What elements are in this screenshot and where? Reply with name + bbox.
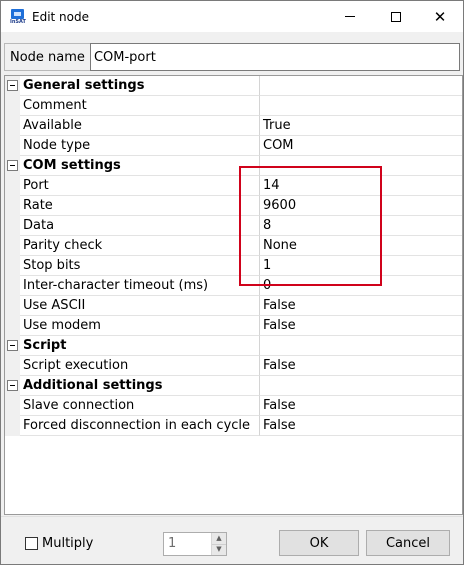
property-name: Use modem bbox=[20, 316, 260, 336]
property-name: Comment bbox=[20, 96, 260, 116]
node-name-row: Node name bbox=[4, 42, 460, 72]
property-name: Inter-character timeout (ms) bbox=[20, 276, 260, 296]
property-row[interactable]: Comment bbox=[5, 96, 462, 116]
property-row[interactable]: Forced disconnection in each cycle False bbox=[5, 416, 462, 436]
close-icon: ✕ bbox=[433, 7, 447, 26]
property-row[interactable]: Rate 9600 bbox=[5, 196, 462, 216]
collapse-icon[interactable] bbox=[7, 340, 18, 351]
category-value bbox=[260, 76, 462, 96]
node-name-input[interactable] bbox=[89, 43, 460, 71]
maximize-button[interactable] bbox=[373, 1, 419, 32]
property-name: Rate bbox=[20, 196, 260, 216]
property-row[interactable]: Port 14 bbox=[5, 176, 462, 196]
category-title: Script bbox=[20, 336, 260, 356]
property-value[interactable]: COM bbox=[260, 136, 462, 156]
property-value[interactable]: False bbox=[260, 316, 462, 336]
category-title: General settings bbox=[20, 76, 260, 96]
collapse-icon[interactable] bbox=[7, 380, 18, 391]
property-name: Parity check bbox=[20, 236, 260, 256]
property-value[interactable]: 9600 bbox=[260, 196, 462, 216]
property-name: Data bbox=[20, 216, 260, 236]
property-value[interactable]: 0 bbox=[260, 276, 462, 296]
property-grid[interactable]: General settings Comment Available True Node… bbox=[4, 75, 463, 515]
property-row[interactable]: Parity check None bbox=[5, 236, 462, 256]
property-row[interactable]: Slave connection False bbox=[5, 396, 462, 416]
property-name: Port bbox=[20, 176, 260, 196]
collapse-icon[interactable] bbox=[7, 80, 18, 91]
arrow-down-icon: ▼ bbox=[216, 545, 222, 554]
property-name: Available bbox=[20, 116, 260, 136]
node-name-label: Node name bbox=[4, 43, 90, 71]
category-value bbox=[260, 156, 462, 176]
app-icon: InSAT bbox=[10, 8, 26, 25]
close-button[interactable]: ✕ bbox=[417, 1, 463, 32]
count-spinner[interactable]: 1 ▲ ▼ bbox=[163, 532, 227, 556]
spin-down-button[interactable]: ▼ bbox=[212, 544, 226, 555]
arrow-up-icon: ▲ bbox=[216, 533, 222, 542]
multiply-checkbox[interactable] bbox=[25, 537, 38, 550]
property-row[interactable]: Node type COM bbox=[5, 136, 462, 156]
property-value[interactable] bbox=[260, 96, 462, 116]
property-value[interactable]: 14 bbox=[260, 176, 462, 196]
property-row[interactable]: Use ASCII False bbox=[5, 296, 462, 316]
multiply-control[interactable]: Multiply bbox=[25, 536, 93, 551]
category-value bbox=[260, 376, 462, 396]
property-row[interactable]: Use modem False bbox=[5, 316, 462, 336]
minimize-icon bbox=[345, 16, 355, 17]
property-value[interactable]: False bbox=[260, 416, 462, 436]
category-row[interactable]: General settings bbox=[5, 76, 462, 96]
count-input[interactable]: 1 bbox=[164, 533, 211, 555]
spin-up-button[interactable]: ▲ bbox=[212, 533, 226, 545]
property-name: Forced disconnection in each cycle bbox=[20, 416, 260, 436]
property-value[interactable]: True bbox=[260, 116, 462, 136]
property-value[interactable]: 8 bbox=[260, 216, 462, 236]
property-name: Slave connection bbox=[20, 396, 260, 416]
minimize-button[interactable] bbox=[327, 1, 373, 32]
category-title: Additional settings bbox=[20, 376, 260, 396]
maximize-icon bbox=[391, 11, 401, 22]
edit-node-dialog: InSAT Edit node ✕ Node name General sett… bbox=[0, 0, 464, 565]
category-row[interactable]: COM settings bbox=[5, 156, 462, 176]
category-row[interactable]: Script bbox=[5, 336, 462, 356]
window-title: Edit node bbox=[32, 9, 89, 24]
property-value[interactable]: False bbox=[260, 396, 462, 416]
property-row[interactable]: Stop bits 1 bbox=[5, 256, 462, 276]
collapse-icon[interactable] bbox=[7, 160, 18, 171]
property-value[interactable]: False bbox=[260, 356, 462, 376]
property-row[interactable]: Inter-character timeout (ms) 0 bbox=[5, 276, 462, 296]
property-row[interactable]: Script execution False bbox=[5, 356, 462, 376]
property-value[interactable]: False bbox=[260, 296, 462, 316]
multiply-label: Multiply bbox=[42, 536, 94, 551]
category-title: COM settings bbox=[20, 156, 260, 176]
property-row[interactable]: Data 8 bbox=[5, 216, 462, 236]
ok-button[interactable]: OK bbox=[279, 530, 359, 556]
property-name: Use ASCII bbox=[20, 296, 260, 316]
property-name: Script execution bbox=[20, 356, 260, 376]
title-bar[interactable]: InSAT Edit node ✕ bbox=[1, 1, 463, 32]
category-value bbox=[260, 336, 462, 356]
bottom-bar: Multiply 1 ▲ ▼ OK Cancel bbox=[1, 516, 463, 564]
category-row[interactable]: Additional settings bbox=[5, 376, 462, 396]
property-value[interactable]: 1 bbox=[260, 256, 462, 276]
property-name: Node type bbox=[20, 136, 260, 156]
cancel-button[interactable]: Cancel bbox=[366, 530, 450, 556]
property-row[interactable]: Available True bbox=[5, 116, 462, 136]
property-value[interactable]: None bbox=[260, 236, 462, 256]
property-name: Stop bits bbox=[20, 256, 260, 276]
